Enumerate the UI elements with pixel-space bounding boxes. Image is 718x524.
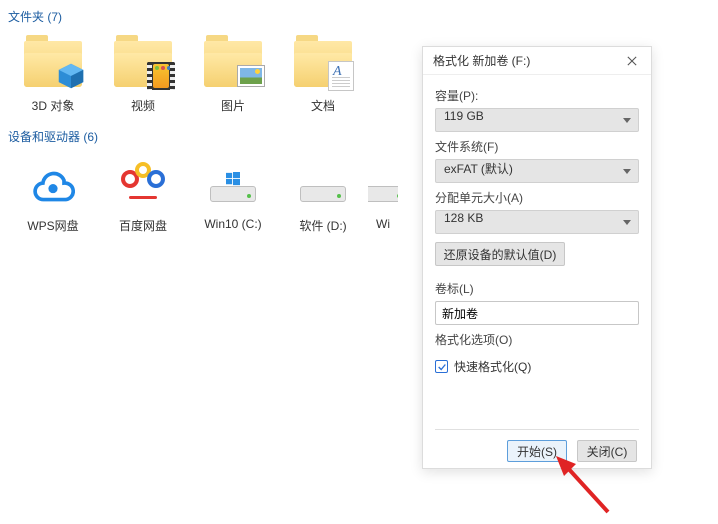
drive-label: 百度网盘 (119, 217, 167, 234)
separator (435, 429, 639, 430)
close-icon[interactable] (623, 52, 641, 70)
drive-label: WPS网盘 (27, 217, 78, 234)
folder-label: 文档 (311, 97, 335, 114)
folder-item-video[interactable]: 视频 (98, 31, 188, 124)
volume-label-label: 卷标(L) (435, 280, 639, 297)
drive-icon (368, 166, 398, 202)
volume-label-input[interactable] (435, 301, 639, 325)
drive-label: 软件 (D:) (299, 217, 346, 234)
video-icon (147, 62, 175, 90)
folder-item-document[interactable]: A 文档 (278, 31, 368, 124)
drive-icon (298, 166, 348, 202)
format-dialog: 格式化 新加卷 (F:) 容量(P): 119 GB 文件系统(F) exFAT… (422, 46, 652, 469)
capacity-select[interactable]: 119 GB (435, 108, 639, 132)
folder-label: 图片 (221, 97, 245, 114)
drive-item-partial[interactable]: Wi (368, 151, 398, 244)
folder-item-picture[interactable]: 图片 (188, 31, 278, 124)
close-button[interactable]: 关闭(C) (577, 440, 637, 462)
folder-icon: A (291, 35, 355, 93)
filesystem-select[interactable]: exFAT (默认) (435, 159, 639, 183)
folder-label: 3D 对象 (32, 97, 75, 114)
dialog-titlebar[interactable]: 格式化 新加卷 (F:) (423, 47, 651, 75)
cube-3d-icon (57, 62, 85, 90)
drive-icon (208, 166, 258, 202)
restore-defaults-button[interactable]: 还原设备的默认值(D) (435, 242, 565, 266)
alloc-select[interactable]: 128 KB (435, 210, 639, 234)
folder-label: 视频 (131, 97, 155, 114)
document-icon: A (328, 61, 354, 91)
format-options-label: 格式化选项(O) (435, 331, 639, 348)
quick-format-checkbox[interactable] (435, 360, 448, 373)
capacity-label: 容量(P): (435, 87, 639, 104)
start-button[interactable]: 开始(S) (507, 440, 567, 462)
drive-item-wps[interactable]: WPS网盘 (8, 151, 98, 244)
filesystem-label: 文件系统(F) (435, 138, 639, 155)
wps-cloud-icon (31, 164, 75, 204)
drive-item-baidu[interactable]: 百度网盘 (98, 151, 188, 244)
folder-icon (21, 35, 85, 93)
windows-logo-icon (226, 172, 240, 186)
alloc-label: 分配单元大小(A) (435, 189, 639, 206)
baidu-icon (121, 162, 165, 206)
picture-icon (237, 65, 265, 87)
drive-label: Win10 (C:) (204, 217, 261, 231)
drive-label: Wi (376, 217, 390, 231)
dialog-title-text: 格式化 新加卷 (F:) (433, 52, 530, 69)
quick-format-label: 快速格式化(Q) (454, 358, 531, 375)
folder-icon (111, 35, 175, 93)
folder-item-3d[interactable]: 3D 对象 (8, 31, 98, 124)
folder-icon (201, 35, 265, 93)
drive-item-c[interactable]: Win10 (C:) (188, 151, 278, 244)
folders-section-header: 文件夹 (7) (8, 4, 710, 31)
drive-item-d[interactable]: 软件 (D:) (278, 151, 368, 244)
